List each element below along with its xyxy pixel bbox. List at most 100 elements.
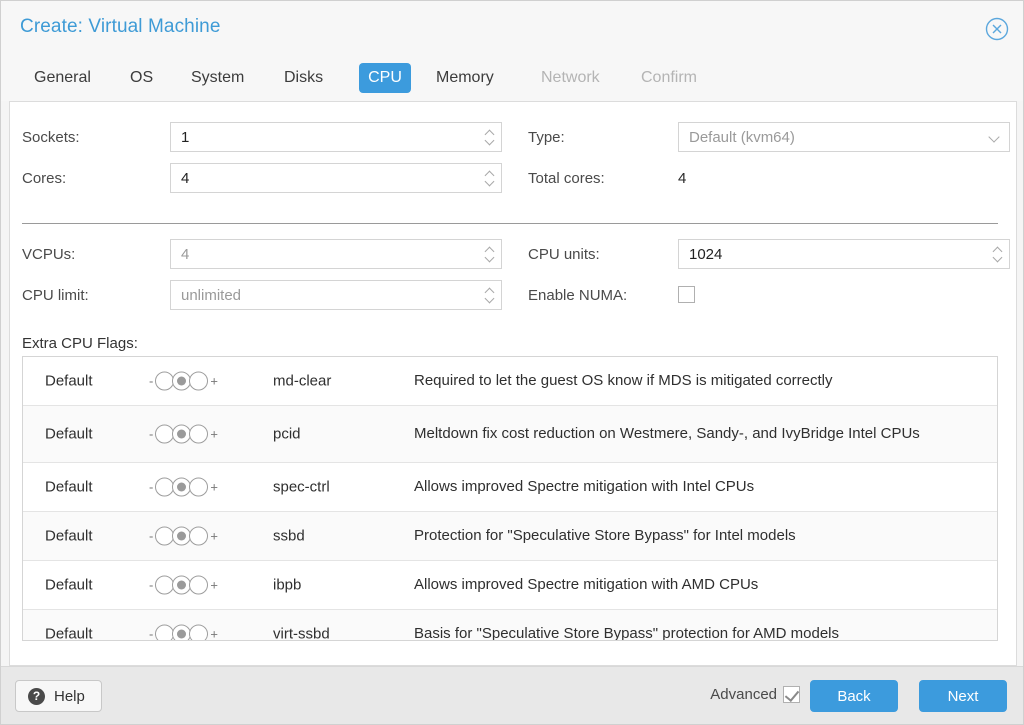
cpu-limit-stepper[interactable] bbox=[482, 284, 496, 306]
plus-sign: + bbox=[210, 577, 218, 593]
flag-description: Basis for "Speculative Store Bypass" pro… bbox=[414, 625, 840, 641]
wizard-tabbar: General OS System Disks CPU Memory Netwo… bbox=[1, 55, 1023, 101]
sockets-value: 1 bbox=[181, 128, 190, 146]
next-button[interactable]: Next bbox=[919, 680, 1007, 712]
cpu-limit-label: CPU limit: bbox=[22, 287, 89, 304]
question-mark-icon: ? bbox=[28, 687, 45, 705]
flag-state-label: Default bbox=[45, 576, 93, 594]
back-button[interactable]: Back bbox=[810, 680, 898, 712]
cores-label: Cores: bbox=[22, 170, 67, 187]
flag-tristate-control[interactable]: - + bbox=[149, 424, 218, 444]
cpu-units-stepper[interactable] bbox=[990, 243, 1004, 265]
tab-system[interactable]: System bbox=[182, 63, 253, 93]
flag-state-label: Default bbox=[45, 478, 93, 496]
chevron-down-icon[interactable] bbox=[989, 133, 1000, 140]
help-button-label: Help bbox=[54, 687, 85, 705]
dialog-titlebar: Create: Virtual Machine bbox=[1, 1, 1023, 55]
extra-cpu-flags-grid[interactable]: Default - + md-clear Required to let the gue… bbox=[22, 356, 998, 641]
vcpus-stepper[interactable] bbox=[482, 243, 496, 265]
table-row[interactable]: Default - + md-clear Required to let the gue… bbox=[23, 357, 997, 406]
table-row[interactable]: Default - + spec-ctrl Allows improved Spectr… bbox=[23, 463, 997, 512]
cpu-type-value: Default (kvm64) bbox=[689, 128, 795, 146]
flag-tristate-control[interactable]: - + bbox=[149, 575, 218, 595]
table-row[interactable]: Default - + virt-ssbd Basis for "Speculative… bbox=[23, 610, 997, 641]
extra-cpu-flags-label: Extra CPU Flags: bbox=[22, 335, 138, 352]
table-row[interactable]: Default - + ssbd Protection for "Speculative… bbox=[23, 512, 997, 561]
plus-sign: + bbox=[210, 426, 218, 442]
flag-state-label: Default bbox=[45, 625, 93, 641]
minus-sign: - bbox=[149, 373, 154, 389]
flag-state-label: Default bbox=[45, 527, 93, 545]
minus-sign: - bbox=[149, 479, 154, 495]
total-cores-label: Total cores: bbox=[528, 170, 605, 187]
sockets-stepper[interactable] bbox=[482, 126, 496, 148]
close-icon[interactable] bbox=[985, 17, 1009, 41]
vcpus-value: 4 bbox=[181, 245, 190, 263]
flag-name: spec-ctrl bbox=[273, 478, 330, 496]
flag-option-on[interactable] bbox=[189, 526, 209, 546]
cores-stepper[interactable] bbox=[482, 167, 496, 189]
table-row[interactable]: Default - + ibpb Allows improved Spectre mit… bbox=[23, 561, 997, 610]
tab-memory[interactable]: Memory bbox=[427, 63, 503, 93]
cpu-type-select[interactable]: Default (kvm64) bbox=[678, 122, 1010, 152]
flag-option-on[interactable] bbox=[189, 424, 209, 444]
vcpus-label: VCPUs: bbox=[22, 246, 76, 263]
cores-value: 4 bbox=[181, 169, 190, 187]
flag-option-on[interactable] bbox=[189, 477, 209, 497]
plus-sign: + bbox=[210, 479, 218, 495]
flag-description: Meltdown fix cost reduction on Westmere,… bbox=[414, 425, 920, 443]
flag-state-label: Default bbox=[45, 425, 93, 443]
cpu-limit-input[interactable]: unlimited bbox=[170, 280, 502, 310]
plus-sign: + bbox=[210, 626, 218, 641]
flag-tristate-control[interactable]: - + bbox=[149, 477, 218, 497]
cpu-settings-panel: Sockets: 1 Type: Default (kvm64) Cores: … bbox=[9, 101, 1017, 666]
flag-state-label: Default bbox=[45, 372, 93, 390]
create-vm-dialog: Create: Virtual Machine General OS Syste… bbox=[0, 0, 1024, 725]
tab-disks[interactable]: Disks bbox=[275, 63, 332, 93]
flag-option-on[interactable] bbox=[189, 371, 209, 391]
enable-numa-checkbox[interactable] bbox=[678, 286, 695, 303]
sockets-label: Sockets: bbox=[22, 129, 80, 146]
tab-general[interactable]: General bbox=[25, 63, 100, 93]
section-divider bbox=[22, 223, 998, 224]
flag-tristate-control[interactable]: - + bbox=[149, 624, 218, 641]
sockets-input[interactable]: 1 bbox=[170, 122, 502, 152]
flag-name: ssbd bbox=[273, 527, 305, 545]
table-row[interactable]: Default - + pcid Meltdown fix cost reduction… bbox=[23, 406, 997, 463]
enable-numa-label: Enable NUMA: bbox=[528, 287, 628, 304]
cpu-units-label: CPU units: bbox=[528, 246, 600, 263]
flag-description: Allows improved Spectre mitigation with … bbox=[414, 576, 759, 594]
cores-input[interactable]: 4 bbox=[170, 163, 502, 193]
flag-description: Protection for "Speculative Store Bypass… bbox=[414, 527, 796, 545]
minus-sign: - bbox=[149, 626, 154, 641]
flag-option-on[interactable] bbox=[189, 624, 209, 640]
flag-name: ibpb bbox=[273, 576, 302, 594]
flag-tristate-control[interactable]: - + bbox=[149, 371, 218, 391]
help-button[interactable]: ? Help bbox=[15, 680, 102, 712]
flag-description: Required to let the guest OS know if MDS… bbox=[414, 372, 833, 390]
cpu-limit-value: unlimited bbox=[181, 286, 242, 304]
flag-option-on[interactable] bbox=[189, 575, 209, 595]
plus-sign: + bbox=[210, 373, 218, 389]
plus-sign: + bbox=[210, 528, 218, 544]
flag-name: pcid bbox=[273, 425, 301, 443]
flag-tristate-control[interactable]: - + bbox=[149, 526, 218, 546]
cpu-units-input[interactable]: 1024 bbox=[678, 239, 1010, 269]
tab-confirm: Confirm bbox=[641, 69, 698, 86]
tab-cpu[interactable]: CPU bbox=[359, 63, 411, 93]
flag-name: virt-ssbd bbox=[273, 625, 330, 641]
cpu-units-value: 1024 bbox=[689, 245, 723, 263]
tab-os[interactable]: OS bbox=[121, 63, 162, 93]
advanced-label: Advanced bbox=[710, 686, 777, 703]
type-label: Type: bbox=[528, 129, 565, 146]
minus-sign: - bbox=[149, 528, 154, 544]
dialog-title: Create: Virtual Machine bbox=[20, 16, 221, 37]
vcpus-input[interactable]: 4 bbox=[170, 239, 502, 269]
dialog-footer: ? Help Advanced Back Next bbox=[1, 666, 1023, 724]
minus-sign: - bbox=[149, 577, 154, 593]
total-cores-value: 4 bbox=[678, 170, 687, 187]
flag-description: Allows improved Spectre mitigation with … bbox=[414, 478, 755, 496]
advanced-checkbox[interactable] bbox=[783, 686, 800, 703]
tab-network: Network bbox=[541, 69, 600, 86]
minus-sign: - bbox=[149, 426, 154, 442]
